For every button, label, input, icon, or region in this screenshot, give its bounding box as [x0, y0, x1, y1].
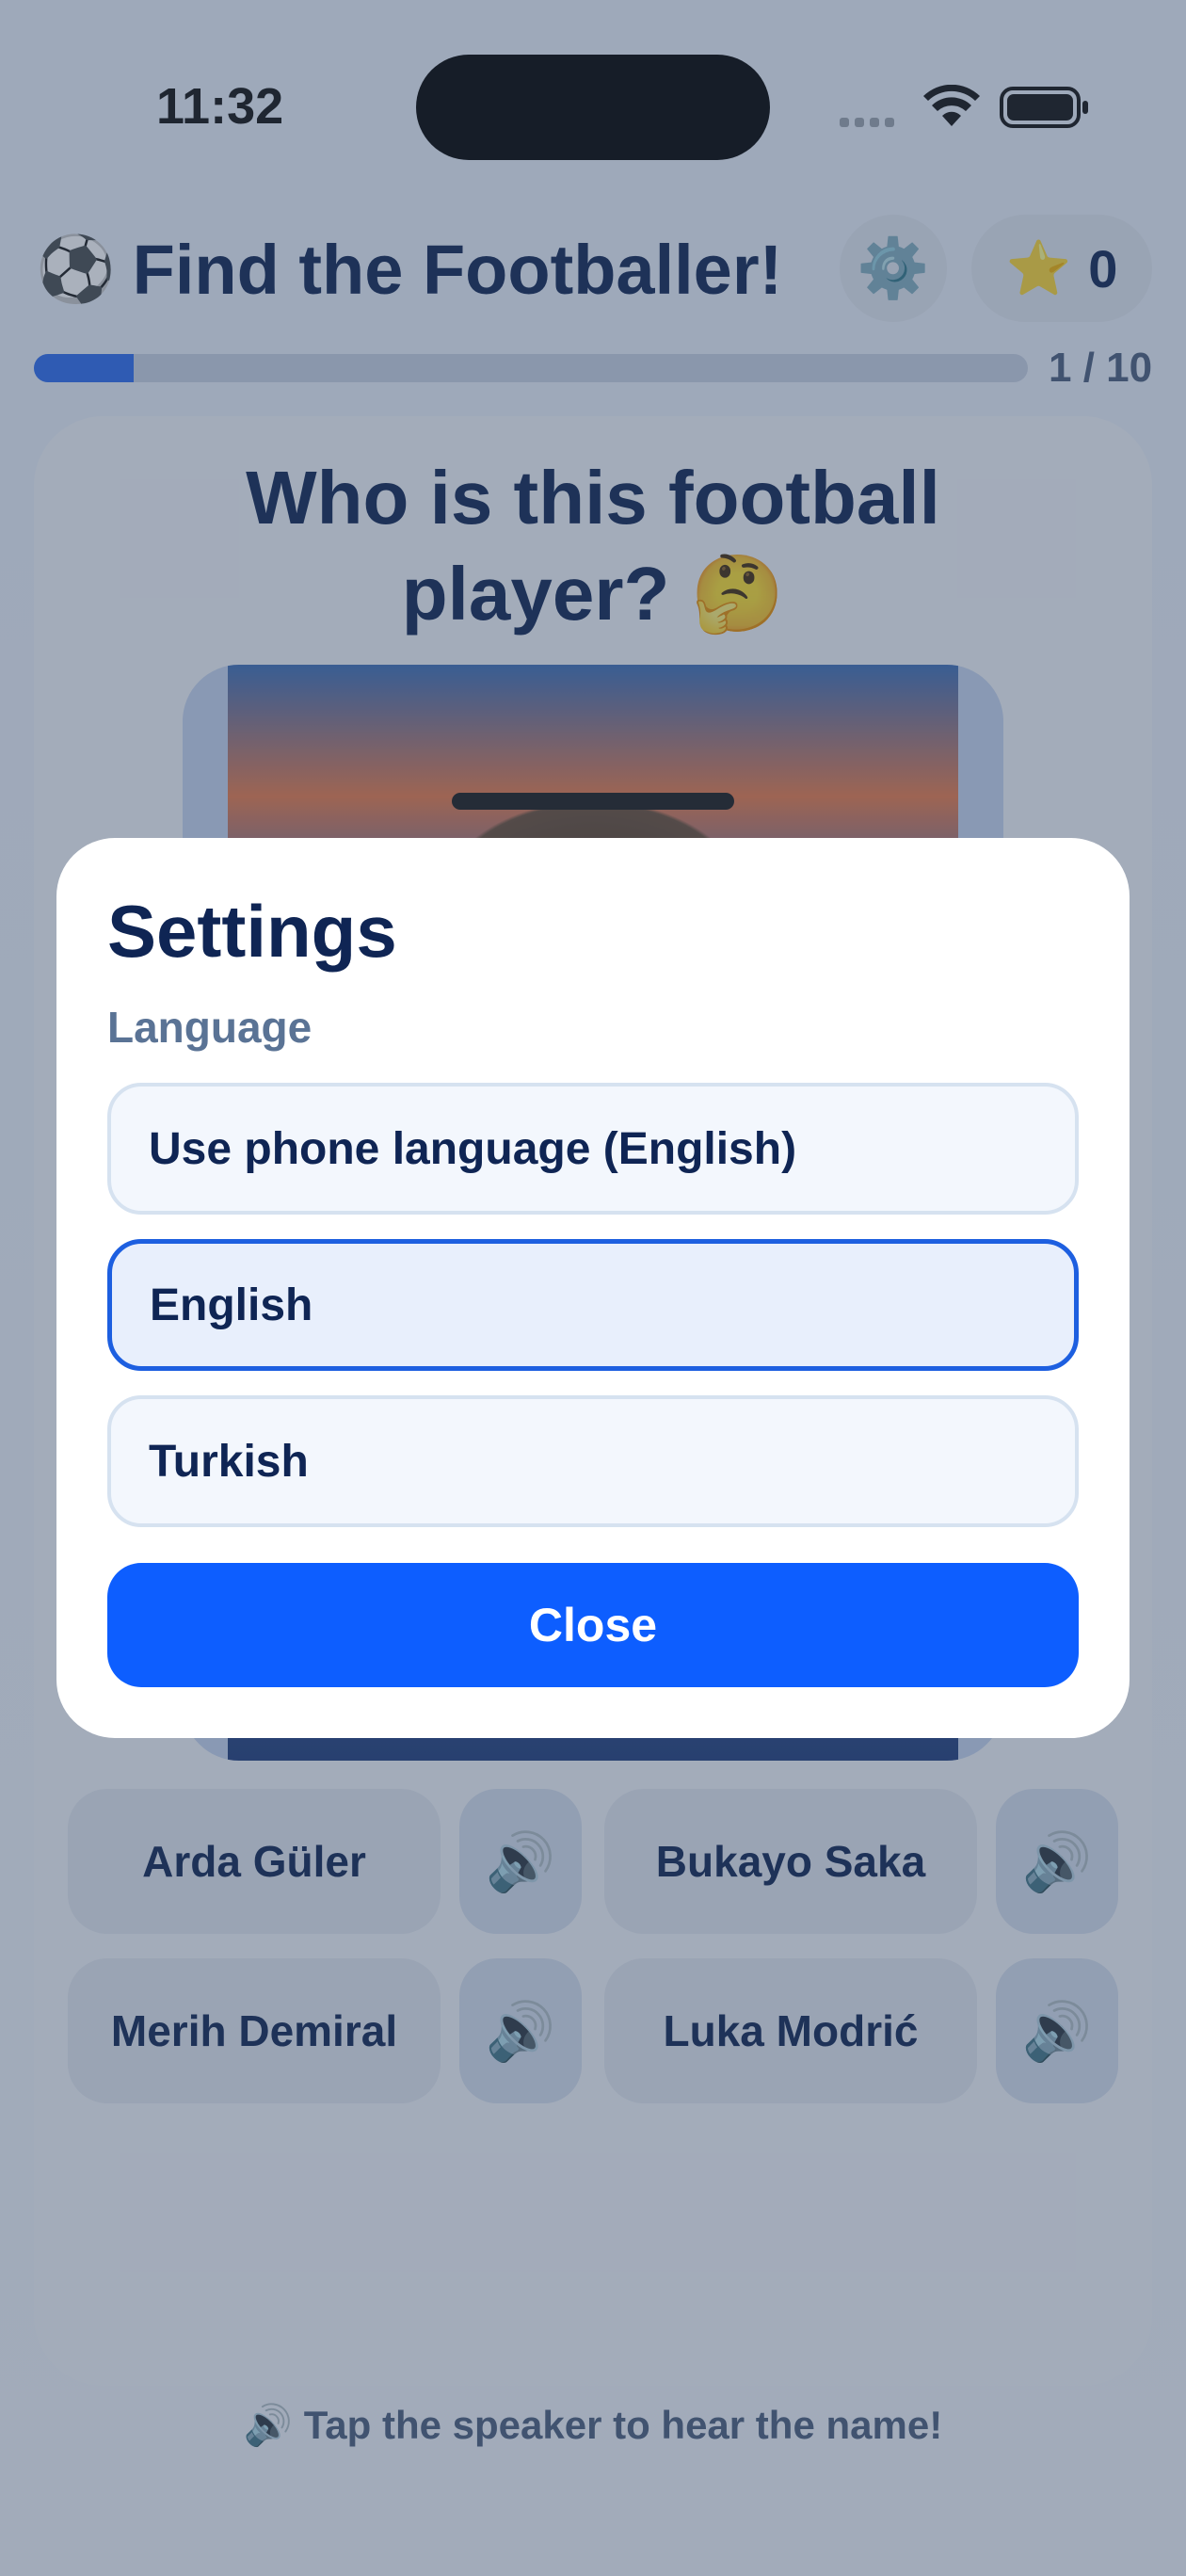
modal-title: Settings [107, 890, 397, 973]
language-option-phone[interactable]: Use phone language (English) [107, 1083, 1079, 1215]
language-option-english[interactable]: English [107, 1239, 1079, 1371]
app-screen: 11:32 ⚽ Find the Footballer! ⚙️ ⭐ 0 1 / … [0, 0, 1186, 2576]
settings-modal: Settings Language Use phone language (En… [56, 838, 1130, 1738]
close-button[interactable]: Close [107, 1563, 1079, 1687]
language-option-turkish[interactable]: Turkish [107, 1395, 1079, 1527]
language-section-label: Language [107, 1003, 313, 1052]
